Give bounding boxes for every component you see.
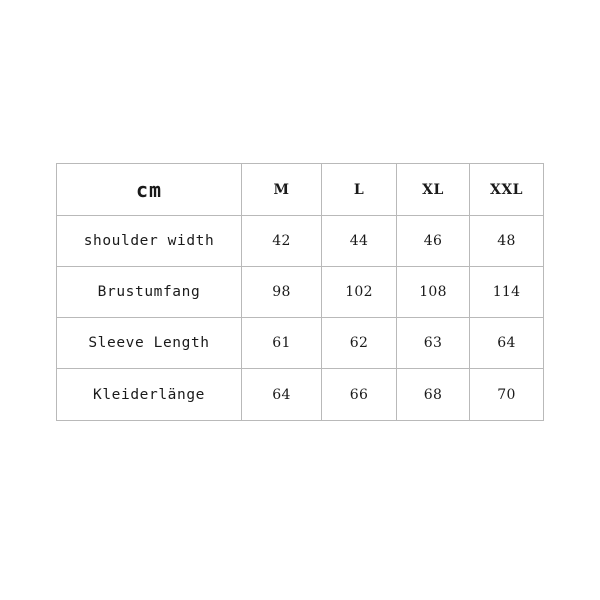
row-label-kleiderlaenge: Kleiderlänge: [56, 368, 242, 421]
row-label-brustumfang: Brustumfang: [56, 266, 242, 318]
cell-sleeve-length-xl: 63: [396, 317, 470, 369]
cell-brustumfang-m: 98: [241, 266, 322, 318]
table-row: Kleiderlänge 64 66 68 70: [56, 368, 544, 421]
column-header-m: M: [241, 163, 322, 216]
cell-shoulder-width-xl: 46: [396, 215, 470, 267]
cell-brustumfang-xl: 108: [396, 266, 470, 318]
unit-label-cell: cm: [56, 163, 242, 216]
cell-kleiderlaenge-m: 64: [241, 368, 322, 421]
table-header-row: cm M L XL XXL: [56, 163, 544, 216]
column-header-xl: XL: [396, 163, 470, 216]
cell-shoulder-width-xxl: 48: [469, 215, 544, 267]
row-label-sleeve-length: Sleeve Length: [56, 317, 242, 369]
cell-sleeve-length-xxl: 64: [469, 317, 544, 369]
column-header-l: L: [321, 163, 397, 216]
cell-shoulder-width-m: 42: [241, 215, 322, 267]
cell-brustumfang-l: 102: [321, 266, 397, 318]
page-canvas: cm M L XL XXL shoulder width 42 44 46 48…: [0, 0, 600, 600]
cell-kleiderlaenge-xxl: 70: [469, 368, 544, 421]
cell-kleiderlaenge-l: 66: [321, 368, 397, 421]
cell-kleiderlaenge-xl: 68: [396, 368, 470, 421]
cell-brustumfang-xxl: 114: [469, 266, 544, 318]
size-chart-container: cm M L XL XXL shoulder width 42 44 46 48…: [56, 163, 544, 421]
table-row: Sleeve Length 61 62 63 64: [56, 317, 544, 369]
table-row: shoulder width 42 44 46 48: [56, 215, 544, 267]
row-label-shoulder-width: shoulder width: [56, 215, 242, 267]
size-chart-table: cm M L XL XXL shoulder width 42 44 46 48…: [56, 163, 544, 421]
column-header-xxl: XXL: [469, 163, 544, 216]
cell-sleeve-length-l: 62: [321, 317, 397, 369]
cell-shoulder-width-l: 44: [321, 215, 397, 267]
table-row: Brustumfang 98 102 108 114: [56, 266, 544, 318]
cell-sleeve-length-m: 61: [241, 317, 322, 369]
